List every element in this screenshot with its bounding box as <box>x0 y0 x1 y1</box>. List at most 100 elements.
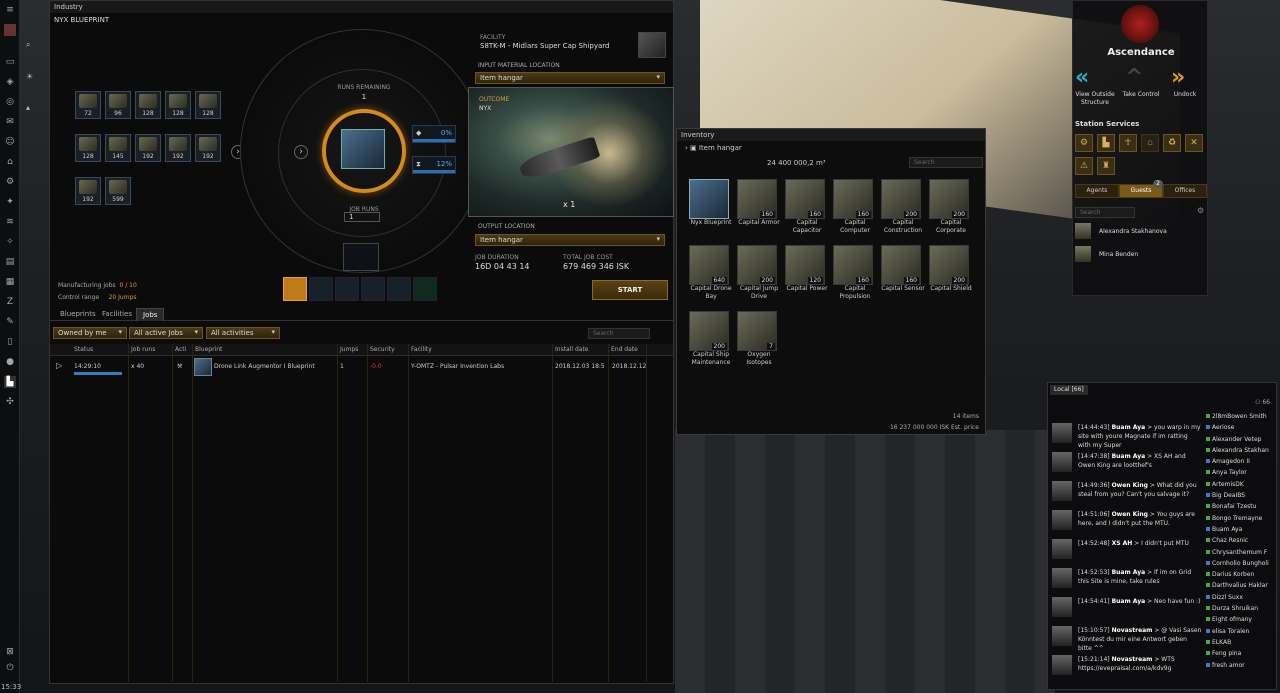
material-tile[interactable]: 128 <box>75 134 101 162</box>
member-list-item[interactable]: Darius Korben <box>1206 569 1276 580</box>
undock-button[interactable]: Undock <box>1165 91 1205 99</box>
market-icon[interactable]: ⌂ <box>4 156 16 168</box>
avatar[interactable] <box>1052 452 1072 472</box>
character-portrait[interactable] <box>4 24 16 36</box>
member-list-item[interactable]: Alexander Vetep <box>1206 434 1276 445</box>
power-icon[interactable]: ⏻ <box>4 662 16 674</box>
avatar[interactable] <box>1052 626 1072 646</box>
view-outside-button[interactable]: View Outside Structure <box>1073 91 1117 107</box>
member-list-item[interactable]: Anya Taylor <box>1206 467 1276 478</box>
network-icon[interactable]: ✣ <box>4 396 16 408</box>
member-list-item[interactable]: Chrysanthemum F <box>1206 547 1276 558</box>
material-tile[interactable]: 128 <box>135 91 161 119</box>
inventory-search-input[interactable]: Search <box>909 157 983 168</box>
chevron-right-icon[interactable]: › <box>294 145 308 159</box>
tab-local[interactable]: Local [66] <box>1050 385 1088 395</box>
material-tile[interactable]: 72 <box>75 91 101 119</box>
avatar[interactable] <box>1052 655 1072 675</box>
window-title[interactable]: Industry <box>50 1 673 13</box>
material-tile[interactable]: 128 <box>195 91 221 119</box>
inventory-item[interactable]: 120 Capital Power <box>785 245 829 293</box>
team-slot[interactable] <box>343 243 379 271</box>
avatar[interactable] <box>1052 481 1072 501</box>
member-list-item[interactable]: ELKAB <box>1206 637 1276 648</box>
member-list-item[interactable]: Chaz Resnic <box>1206 535 1276 546</box>
start-button[interactable]: START <box>592 280 668 300</box>
agency-icon[interactable]: ✦ <box>4 196 16 208</box>
member-list-item[interactable]: Eight ofmany <box>1206 614 1276 625</box>
take-control-button[interactable]: Take Control <box>1117 91 1165 99</box>
research-material-button[interactable] <box>335 277 359 301</box>
inventory-icon[interactable]: ◈ <box>4 76 16 88</box>
tab-facilities[interactable]: Facilities <box>96 308 138 321</box>
tab-agents[interactable]: Agents <box>1075 184 1119 198</box>
member-list-item[interactable]: Cornholio Bungholi <box>1206 558 1276 569</box>
jobs-search-input[interactable]: Search <box>588 328 650 339</box>
take-control-icon[interactable]: ^ <box>1125 65 1143 90</box>
clothing-icon[interactable]: ♜ <box>1097 157 1115 175</box>
guests-search-input[interactable]: Search <box>1075 207 1135 218</box>
manufacturing-button[interactable] <box>283 277 307 301</box>
member-list-item[interactable]: fresh amor <box>1206 660 1276 671</box>
col-blueprint[interactable]: Blueprint <box>195 346 222 353</box>
status-filter[interactable]: All active Jobs <box>129 327 203 339</box>
inventory-item[interactable]: Nyx Blueprint <box>689 179 733 227</box>
material-tile[interactable]: 192 <box>195 134 221 162</box>
reaction-button[interactable] <box>413 277 437 301</box>
material-tile[interactable]: 192 <box>165 134 191 162</box>
list-item[interactable]: Alexandra Stakhanova <box>1075 223 1205 241</box>
inventory-item[interactable]: 200 Capital Ship Maintenance <box>689 311 733 367</box>
col-status[interactable]: Status <box>74 346 93 353</box>
sun-icon[interactable]: ☀ <box>26 72 48 81</box>
col-install-date[interactable]: Install date <box>555 346 589 353</box>
inventory-item[interactable]: 200 Capital Jump Drive <box>737 245 781 301</box>
material-tile[interactable]: 599 <box>105 177 131 205</box>
calendar-icon[interactable]: ▦ <box>4 276 16 288</box>
tree-item-hangar[interactable]: › ▣ Item hangar <box>685 144 742 152</box>
material-tile[interactable]: 192 <box>135 134 161 162</box>
member-list-item[interactable]: Amagedon II <box>1206 456 1276 467</box>
factory-icon[interactable]: ▙ <box>1097 134 1115 152</box>
undock-icon[interactable]: » <box>1171 65 1185 90</box>
repair-icon[interactable]: ⚙ <box>1075 134 1093 152</box>
wallet-icon[interactable]: ◎ <box>4 96 16 108</box>
avatar[interactable] <box>1052 539 1072 559</box>
settings-icon[interactable]: ⚙ <box>1197 206 1204 215</box>
inventory-item[interactable]: 200 Capital Corporate <box>929 179 973 235</box>
research-time-button[interactable] <box>309 277 333 301</box>
material-tile[interactable]: 128 <box>165 91 191 119</box>
medical-icon[interactable]: ☥ <box>1119 134 1137 152</box>
material-tile[interactable]: 145 <box>105 134 131 162</box>
skills-icon[interactable]: ≋ <box>4 216 16 228</box>
member-list-item[interactable]: Aeriose <box>1206 422 1276 433</box>
document-icon[interactable]: ▯ <box>4 336 16 348</box>
tab-blueprints[interactable]: Blueprints <box>54 308 102 321</box>
inventory-item[interactable]: 160 Capital Capacitor <box>785 179 829 235</box>
invention-button[interactable] <box>387 277 411 301</box>
col-job-runs[interactable]: Job runs <box>131 346 155 353</box>
inventory-item[interactable]: 160 Capital Sensor <box>881 245 925 293</box>
col-activity[interactable]: Acti <box>175 346 186 353</box>
avatar[interactable] <box>1052 510 1072 530</box>
col-facility[interactable]: Facility <box>411 346 432 353</box>
window-title[interactable]: Inventory <box>677 129 985 141</box>
material-tile[interactable]: 192 <box>75 177 101 205</box>
facility-value[interactable]: S8TK-M - Midlars Super Cap Shipyard <box>480 42 609 50</box>
member-list-item[interactable]: Buam Aya <box>1206 524 1276 535</box>
inventory-item[interactable]: 160 Capital Armor <box>737 179 781 227</box>
table-row[interactable]: ▷ 14:29:10 x 40 ⚒ Drone Link Augmentor I… <box>50 357 673 379</box>
fitting-icon[interactable]: ✕ <box>1185 134 1203 152</box>
member-list-item[interactable]: Bonafai Tzestu <box>1206 501 1276 512</box>
member-list-item[interactable]: Feng pina <box>1206 648 1276 659</box>
inventory-item[interactable]: 160 Capital Computer <box>833 179 877 235</box>
inventory-item[interactable]: 640 Capital Drone Bay <box>689 245 733 301</box>
owner-filter[interactable]: Owned by me <box>53 327 127 339</box>
people-icon[interactable]: ☺ <box>4 136 16 148</box>
col-jumps[interactable]: Jumps <box>340 346 358 353</box>
inventory-item[interactable]: 200 Capital Construction <box>881 179 925 235</box>
insurance-icon[interactable]: ⚠ <box>1075 157 1093 175</box>
inventory-item[interactable]: 7 Oxygen Isotopes <box>737 311 781 367</box>
list-item[interactable]: Mina Benden <box>1075 246 1205 264</box>
activity-filter[interactable]: All activities <box>206 327 280 339</box>
avatar[interactable] <box>1052 597 1072 617</box>
